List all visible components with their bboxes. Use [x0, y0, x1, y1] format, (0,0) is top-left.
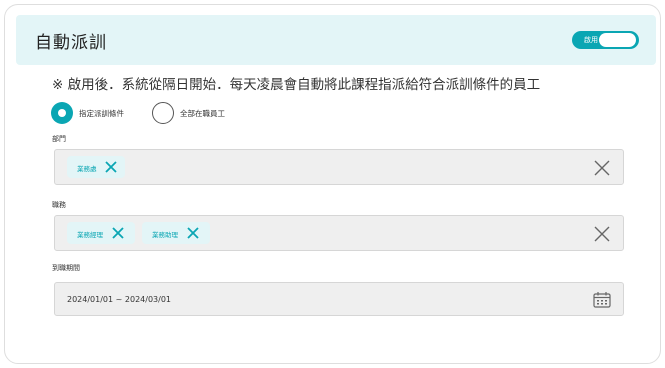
position-chip: 業務助理	[142, 222, 210, 244]
info-note: ※ 啟用後．系統從隔日開始．每天凌晨會自動將此課程指派給符合派訓條件的員工	[52, 77, 541, 93]
department-select[interactable]: 業務處	[54, 149, 624, 185]
radio-label: 全部在職員工	[180, 109, 225, 118]
department-label: 部門	[52, 135, 66, 143]
calendar-icon[interactable]	[593, 291, 611, 308]
onboard-date-range-input[interactable]: 2024/01/01 ~ 2024/03/01	[54, 282, 624, 316]
radio-checked-icon	[51, 102, 73, 124]
department-chip: 業務處	[67, 156, 125, 178]
enable-toggle[interactable]: 啟用	[572, 31, 639, 49]
radio-unchecked-icon	[152, 102, 174, 124]
clear-all-icon[interactable]	[594, 160, 610, 176]
position-label: 職務	[52, 201, 66, 209]
auto-assign-card: 自動派訓 啟用 ※ 啟用後．系統從隔日開始．每天凌晨會自動將此課程指派給符合派訓…	[4, 4, 661, 364]
chip-remove-icon[interactable]	[105, 161, 117, 173]
card-header: 自動派訓 啟用	[16, 15, 656, 65]
chip-remove-icon[interactable]	[112, 227, 124, 239]
chip-remove-icon[interactable]	[187, 227, 199, 239]
position-chip: 業務經理	[67, 222, 135, 244]
position-select[interactable]: 業務經理 業務助理	[54, 215, 624, 251]
toggle-label: 啟用	[584, 36, 598, 44]
header-title: 自動派訓	[35, 33, 107, 53]
onboard-date-label: 到職期間	[52, 264, 80, 272]
toggle-knob	[599, 33, 636, 47]
radio-label: 指定派訓條件	[79, 109, 124, 118]
date-range-value: 2024/01/01 ~ 2024/03/01	[67, 295, 172, 304]
chip-label: 業務經理	[77, 231, 103, 239]
chip-label: 業務處	[77, 165, 97, 173]
clear-all-icon[interactable]	[594, 226, 610, 242]
chip-label: 業務助理	[152, 231, 178, 239]
